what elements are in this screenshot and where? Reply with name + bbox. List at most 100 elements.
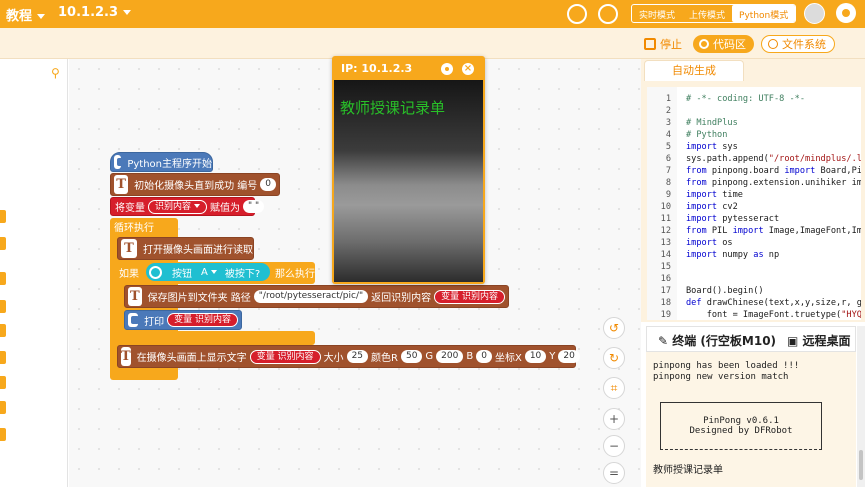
- settings-gear-icon[interactable]: [836, 3, 856, 23]
- terminal-scrollbar[interactable]: [857, 326, 865, 487]
- tab-auto-generate[interactable]: 自动生成: [644, 60, 744, 81]
- code-text: # Python: [686, 130, 728, 140]
- palette-tab[interactable]: [0, 324, 6, 337]
- x-input[interactable]: 10: [524, 350, 547, 363]
- line-number: 16: [660, 274, 671, 284]
- terminal-line: 教师授课记录单: [653, 465, 723, 476]
- code-area-button[interactable]: 代码区: [693, 35, 754, 53]
- line-number: 17: [660, 286, 671, 296]
- python-icon: [128, 313, 140, 327]
- stop-icon: [644, 38, 656, 50]
- palette-tab[interactable]: [0, 237, 6, 250]
- palette-tab[interactable]: [0, 300, 6, 313]
- code-text: import os: [686, 238, 733, 248]
- avatar[interactable]: [804, 3, 825, 24]
- stop-button[interactable]: 停止: [644, 36, 682, 52]
- print-variable[interactable]: 变量 识别内容: [167, 313, 238, 327]
- line-number: 12: [660, 226, 671, 236]
- remote-desktop-label: 远程桌面: [802, 334, 851, 348]
- code-icon: [699, 39, 709, 49]
- line-number: 8: [665, 178, 671, 188]
- chevron-down-icon: [37, 14, 46, 19]
- variable-dropdown[interactable]: 识别内容: [148, 199, 208, 214]
- zoom-out-icon[interactable]: −: [603, 435, 625, 457]
- code-text: from pinpong.extension.unihiker impor: [686, 178, 861, 188]
- mode-realtime[interactable]: 实时模式: [632, 5, 682, 22]
- mode-upload[interactable]: 上传模式: [682, 5, 732, 22]
- edit-icon[interactable]: [598, 4, 618, 24]
- init-camera-block[interactable]: T 初始化摄像头直到成功 编号 0: [110, 173, 280, 196]
- pin-icon[interactable]: ⚲: [51, 66, 60, 80]
- palette-tab[interactable]: [0, 401, 6, 414]
- palette-tab[interactable]: [0, 272, 6, 285]
- code-editor[interactable]: 1 # -*- coding: UTF-8 -*- 2 3 # MindPlus 4 # P…: [647, 87, 861, 320]
- button-icon: [149, 265, 162, 279]
- camera-preview-window[interactable]: IP: 10.1.2.3 × 教师授课记录单: [332, 56, 485, 284]
- save-image-block[interactable]: T 保存图片到文件夹 路径 "/root/pytesseract/pic/" 返回…: [124, 285, 509, 308]
- camera-overlay-text: 教师授课记录单: [340, 99, 446, 117]
- then-label: 那么执行: [275, 268, 315, 280]
- line-number: 9: [665, 190, 671, 200]
- x-label: 坐标X: [494, 353, 522, 364]
- value-input[interactable]: " ": [243, 200, 265, 213]
- terminal-header: ✎ 终端 (行空板M10) ▣ 远程桌面: [646, 326, 856, 352]
- line-number: 1: [665, 94, 671, 104]
- tutorial-menu-label: 教程: [6, 9, 33, 24]
- init-camera-label: 初始化摄像头直到成功 编号: [134, 181, 258, 192]
- palette-tab[interactable]: [0, 351, 6, 364]
- banner-line: Designed by DFRobot: [689, 426, 793, 436]
- remote-desktop-tab[interactable]: ▣ 远程桌面: [787, 332, 851, 349]
- line-number: 5: [665, 142, 671, 152]
- terminal-output[interactable]: pinpong has been loaded !!! pinpong new …: [646, 352, 856, 487]
- device-icon[interactable]: [567, 4, 587, 24]
- show-text-block[interactable]: T 在摄像头画面上显示文字 变量 识别内容 大小 25 颜色R 50 G 200 …: [117, 345, 580, 368]
- block-palette: [0, 59, 68, 487]
- open-camera-block[interactable]: T 打开摄像头画面进行读取: [117, 237, 254, 260]
- line-number: 6: [665, 154, 671, 164]
- camera-number-input[interactable]: 0: [260, 178, 276, 191]
- color-r-label: 颜色R: [371, 353, 398, 364]
- return-label: 返回识别内容: [371, 293, 432, 304]
- gear-icon[interactable]: [441, 63, 453, 75]
- palette-tab[interactable]: [0, 428, 6, 441]
- code-text: import sys: [686, 142, 738, 152]
- main-start-block[interactable]: Python主程序开始: [110, 152, 213, 172]
- size-input[interactable]: 25: [346, 350, 369, 363]
- line-number: 10: [660, 202, 671, 212]
- set-variable-block[interactable]: 将变量 识别内容 赋值为 " ": [110, 197, 265, 216]
- y-input[interactable]: 20: [558, 350, 580, 363]
- terminal-tab[interactable]: ✎ 终端 (行空板M10): [658, 332, 776, 349]
- camera-t-icon: T: [121, 347, 131, 366]
- recognized-variable[interactable]: 变量 识别内容: [434, 289, 505, 304]
- line-number: 18: [660, 298, 671, 308]
- g-input[interactable]: 200: [436, 350, 464, 363]
- device-ip-menu[interactable]: 10.1.2.3: [58, 5, 132, 20]
- crop-icon[interactable]: ⌗: [603, 377, 625, 399]
- print-block[interactable]: 打印 变量 识别内容: [124, 310, 242, 330]
- save-path-input[interactable]: "/root/pytesseract/pic/": [253, 290, 369, 303]
- code-text: import numpy as np: [686, 250, 780, 260]
- code-text: # MindPlus: [686, 118, 738, 128]
- camera-window-title: IP: 10.1.2.3: [341, 62, 413, 75]
- device-ip-label: 10.1.2.3: [58, 5, 119, 20]
- redo-icon[interactable]: ↻: [603, 347, 625, 369]
- if-block[interactable]: 如果: [119, 264, 139, 280]
- button-key-dropdown[interactable]: A: [201, 267, 217, 278]
- file-system-button[interactable]: 文件系统: [761, 35, 835, 53]
- mode-python[interactable]: Python模式: [732, 5, 796, 22]
- show-variable[interactable]: 变量 识别内容: [249, 349, 321, 364]
- color-r-input[interactable]: 50: [400, 350, 423, 363]
- palette-tab[interactable]: [0, 376, 6, 389]
- undo-icon[interactable]: ↺: [603, 317, 625, 339]
- palette-tab[interactable]: [0, 210, 6, 223]
- tutorial-menu[interactable]: 教程: [6, 5, 46, 24]
- b-input[interactable]: 0: [476, 350, 492, 363]
- code-text: font = ImageFont.truetype("HYQiH: [686, 310, 861, 320]
- line-number: 3: [665, 118, 671, 128]
- zoom-in-icon[interactable]: +: [603, 408, 625, 430]
- set-var-label: 将变量: [115, 203, 145, 214]
- reset-zoom-icon[interactable]: =: [603, 462, 625, 484]
- button-pressed-block[interactable]: 按钮 A 被按下?: [146, 263, 270, 281]
- close-icon[interactable]: ×: [462, 63, 474, 75]
- code-text: import cv2: [686, 202, 738, 212]
